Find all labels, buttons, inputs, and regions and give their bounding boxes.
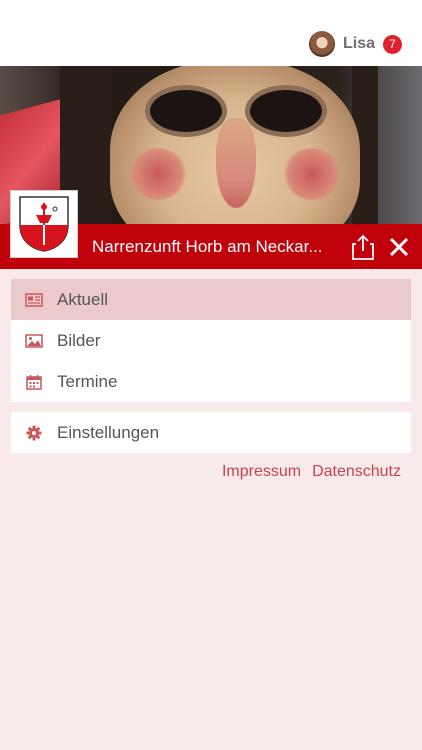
image-icon xyxy=(25,332,43,350)
footer-links: Impressum Datenschutz xyxy=(222,463,401,481)
menu-item-label: Einstellungen xyxy=(57,422,160,442)
avatar[interactable] xyxy=(308,31,335,57)
club-logo xyxy=(10,190,78,258)
menu-item-bilder[interactable]: Bilder xyxy=(11,320,411,361)
menu-item-label: Bilder xyxy=(57,330,101,350)
club-title: Narrenzunft Horb am Neckar... xyxy=(92,237,323,256)
share-icon xyxy=(352,234,374,260)
menu-item-aktuell[interactable]: Aktuell xyxy=(11,279,411,320)
mask-eye-left xyxy=(150,90,222,132)
settings-menu: Einstellungen xyxy=(11,412,411,453)
menu-item-termine[interactable]: Termine xyxy=(11,361,411,402)
mask-nose xyxy=(216,118,256,208)
user-profile[interactable]: Lisa 7 xyxy=(308,30,402,58)
user-name[interactable]: Lisa xyxy=(343,35,375,53)
coat-of-arms-icon xyxy=(19,196,69,252)
datenschutz-link[interactable]: Datenschutz xyxy=(312,463,401,481)
menu-item-einstellungen[interactable]: Einstellungen xyxy=(11,412,411,453)
mask-eye-right xyxy=(250,90,322,132)
mask-cheek-left xyxy=(128,148,188,200)
mask-cheek-right xyxy=(282,148,342,200)
share-button[interactable] xyxy=(348,224,378,269)
carnival-mask xyxy=(110,66,360,224)
top-bar: Lisa 7 xyxy=(0,0,422,66)
close-icon xyxy=(389,237,409,256)
notification-badge[interactable]: 7 xyxy=(383,34,402,54)
newspaper-icon xyxy=(25,291,43,309)
menu-item-label: Termine xyxy=(57,371,118,391)
main-menu: Aktuell Bilder Termine xyxy=(11,279,411,402)
gear-icon xyxy=(25,424,43,442)
menu-item-label: Aktuell xyxy=(57,289,109,309)
impressum-link[interactable]: Impressum xyxy=(222,463,301,481)
close-button[interactable] xyxy=(384,224,414,269)
calendar-icon xyxy=(25,373,43,391)
